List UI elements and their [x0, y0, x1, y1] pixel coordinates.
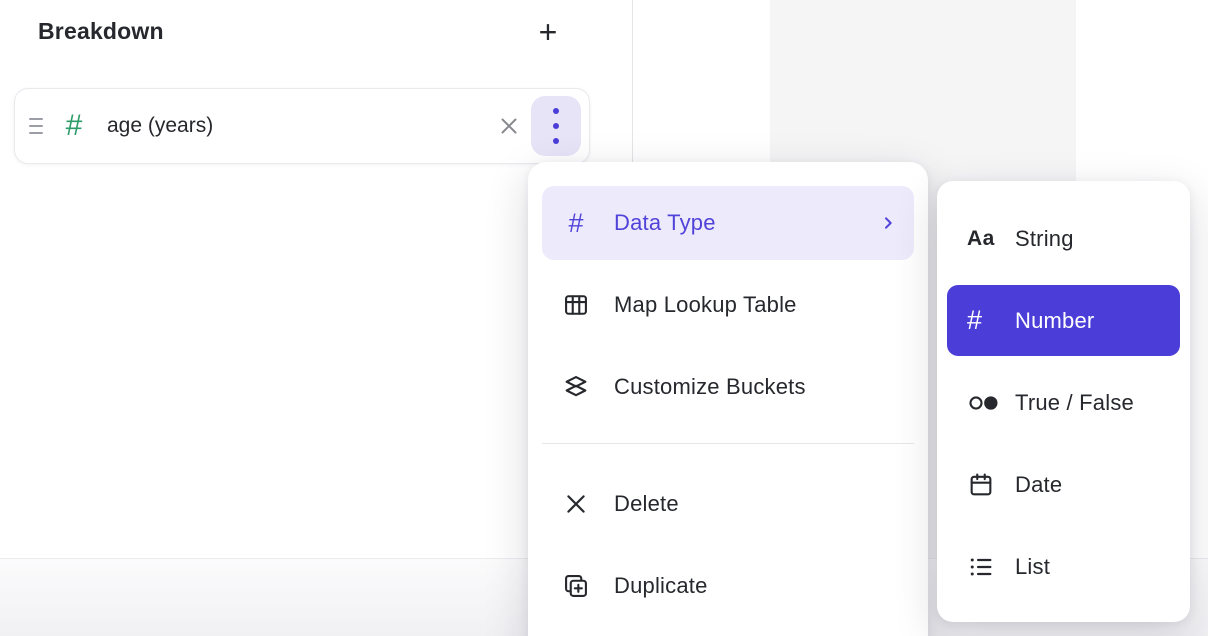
kebab-menu-icon — [553, 108, 559, 144]
chevron-right-icon — [880, 215, 896, 231]
menu-item-delete[interactable]: Delete — [542, 467, 914, 541]
field-context-menu: # Data Type Map Lookup Table Customize B… — [528, 162, 928, 636]
duplicate-icon — [562, 572, 590, 600]
submenu-item-true-false[interactable]: True / False — [947, 367, 1180, 438]
table-icon — [562, 291, 590, 319]
submenu-item-number[interactable]: # Number — [947, 285, 1180, 356]
menu-item-label: Duplicate — [614, 573, 708, 599]
string-aa-icon: Aa — [967, 227, 1003, 251]
submenu-item-string[interactable]: Aa String — [947, 203, 1180, 274]
submenu-item-date[interactable]: Date — [947, 449, 1180, 520]
screen: Breakdown + # age (years) # Data Type — [0, 0, 1208, 636]
menu-divider — [542, 443, 914, 444]
submenu-item-label: Date — [1015, 472, 1062, 498]
menu-item-customize-buckets[interactable]: Customize Buckets — [542, 350, 914, 424]
calendar-icon — [967, 471, 1003, 499]
field-menu-button[interactable] — [531, 96, 581, 156]
list-icon — [967, 553, 1003, 581]
remove-field-button[interactable] — [489, 106, 529, 146]
field-name-label: age (years) — [107, 114, 213, 138]
hash-icon: # — [967, 305, 1003, 336]
menu-item-duplicate[interactable]: Duplicate — [542, 549, 914, 623]
delete-x-icon — [562, 491, 590, 517]
menu-item-label: Map Lookup Table — [614, 292, 797, 318]
page-title: Breakdown — [38, 18, 164, 45]
submenu-item-label: Number — [1015, 308, 1094, 334]
submenu-item-label: List — [1015, 554, 1050, 580]
menu-item-data-type[interactable]: # Data Type — [542, 186, 914, 260]
close-icon — [496, 113, 522, 139]
plus-icon: + — [539, 14, 558, 50]
breakdown-field-chip[interactable]: # age (years) — [14, 88, 590, 164]
add-breakdown-button[interactable]: + — [527, 10, 569, 54]
data-type-submenu: Aa String # Number True / False Date Lis… — [937, 181, 1190, 622]
drag-handle-icon[interactable] — [23, 118, 49, 134]
menu-item-label: Data Type — [614, 210, 716, 236]
menu-item-label: Delete — [614, 491, 679, 517]
breakdown-header: Breakdown + — [0, 0, 632, 64]
stack-icon — [562, 373, 590, 401]
number-type-icon: # — [57, 109, 91, 143]
menu-item-label: Customize Buckets — [614, 374, 806, 400]
menu-item-map-lookup-table[interactable]: Map Lookup Table — [542, 268, 914, 342]
hash-icon: # — [562, 208, 590, 239]
true-false-icon — [967, 390, 1003, 416]
submenu-item-list[interactable]: List — [947, 531, 1180, 602]
submenu-item-label: String — [1015, 226, 1074, 252]
submenu-item-label: True / False — [1015, 390, 1134, 416]
